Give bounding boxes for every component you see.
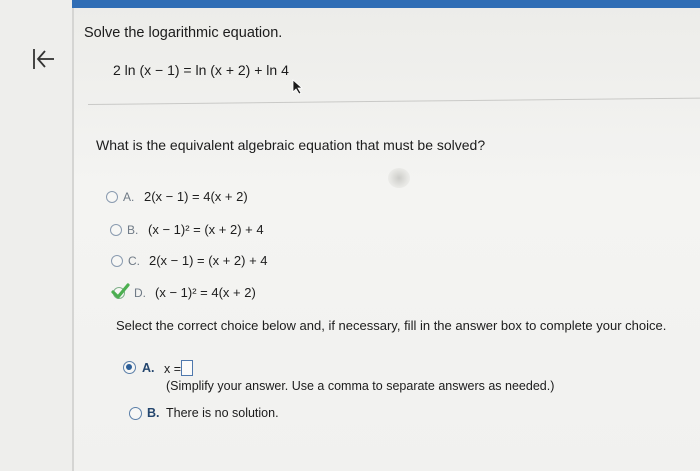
choice-d-expression: (x − 1)² = 4(x + 2) (155, 285, 256, 300)
choice-b-radio[interactable] (110, 224, 122, 236)
choice-a-expression: 2(x − 1) = 4(x + 2) (144, 189, 248, 204)
choice-b-letter: B. (127, 223, 139, 237)
option-b-text: There is no solution. (166, 406, 279, 420)
mouse-cursor-icon (292, 79, 304, 95)
question-prompt: What is the equivalent algebraic equatio… (96, 137, 486, 153)
problem-equation: 2 ln (x − 1) = ln (x + 2) + ln 4 (113, 62, 289, 78)
option-a-radio[interactable] (123, 361, 136, 374)
answer-input[interactable] (181, 360, 193, 376)
choice-a-radio[interactable] (106, 191, 118, 203)
problem-title: Solve the logarithmic equation. (84, 25, 283, 41)
choice-c-expression: 2(x − 1) = (x + 2) + 4 (149, 253, 268, 268)
option-b-radio[interactable] (129, 407, 142, 420)
back-arrow-icon[interactable] (30, 46, 56, 72)
choice-c-letter: C. (128, 254, 140, 268)
option-a-prefix: x = (164, 362, 182, 376)
background (0, 0, 700, 471)
choice-b-expression: (x − 1)² = (x + 2) + 4 (148, 222, 264, 237)
answer-instruction: Select the correct choice below and, if … (116, 318, 667, 333)
checkmark-icon (111, 283, 130, 299)
top-bar (60, 0, 700, 8)
choice-a-letter: A. (123, 190, 135, 204)
option-a-letter: A. (142, 361, 155, 375)
option-a-hint: (Simplify your answer. Use a comma to se… (166, 379, 555, 393)
choice-c-radio[interactable] (111, 255, 123, 267)
screen-smudge (388, 168, 410, 188)
option-b-letter: B. (147, 406, 160, 420)
choice-d-letter: D. (134, 286, 146, 300)
panel-divider (72, 8, 74, 471)
